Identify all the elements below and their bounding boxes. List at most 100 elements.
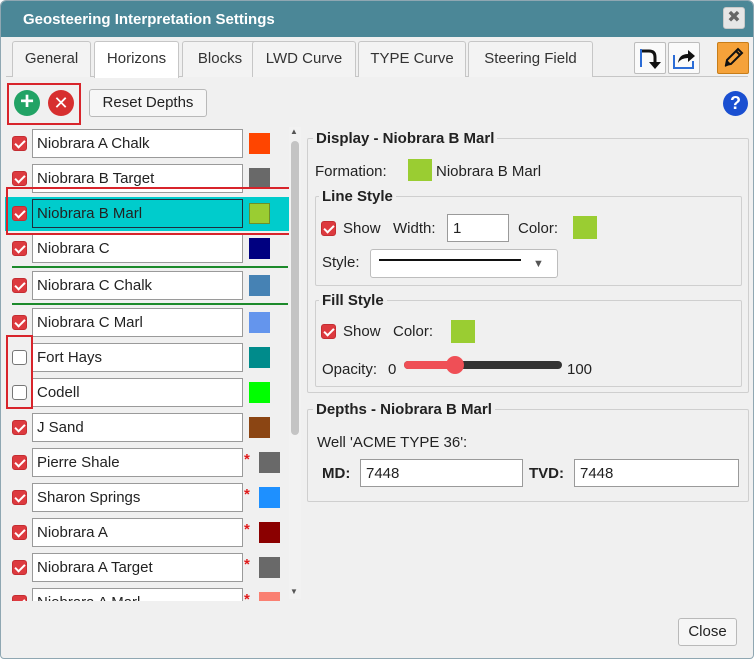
color-swatch[interactable]	[249, 275, 270, 296]
color-swatch[interactable]	[259, 557, 280, 578]
tvd-input[interactable]: 7448	[574, 459, 739, 487]
color-swatch[interactable]	[249, 417, 270, 438]
display-heading: Display - Niobrara B Marl	[313, 130, 498, 147]
fill-color-swatch[interactable]	[451, 320, 475, 343]
visible-checkbox[interactable]	[12, 136, 27, 151]
fill-color-label: Color:	[393, 323, 434, 340]
line-color-swatch[interactable]	[573, 216, 597, 239]
list-item[interactable]: Fort Hays	[5, 341, 289, 375]
visible-checkbox[interactable]	[12, 171, 27, 186]
tab-general[interactable]: General	[12, 41, 91, 77]
scroll-down-icon[interactable]: ▼	[290, 587, 298, 596]
tab-type-curve[interactable]: TYPE Curve	[358, 41, 466, 77]
line-style-select[interactable]: ▼	[370, 249, 558, 278]
list-item[interactable]: Niobrara A *	[5, 516, 289, 550]
horizon-name-field[interactable]: Niobrara A Chalk	[32, 129, 243, 158]
color-swatch[interactable]	[249, 347, 270, 368]
depths-heading: Depths - Niobrara B Marl	[313, 401, 495, 418]
horizon-name-field[interactable]: Niobrara C	[32, 234, 243, 263]
list-item[interactable]: Niobrara C Marl	[5, 306, 289, 340]
tab-steering-field[interactable]: Steering Field	[468, 41, 593, 77]
visible-checkbox[interactable]	[12, 420, 27, 435]
formation-name: Niobrara B Marl	[436, 163, 542, 180]
list-item[interactable]: Niobrara A Chalk	[5, 127, 289, 161]
reset-depths-button[interactable]: Reset Depths	[89, 89, 207, 117]
formation-label: Formation:	[315, 163, 387, 180]
title-bar: Geosteering Interpretation Settings ✖	[1, 1, 753, 37]
list-item[interactable]: Codell	[5, 376, 289, 410]
color-swatch[interactable]	[249, 238, 270, 259]
required-marker: *	[244, 486, 250, 503]
unchecked-highlight	[6, 335, 33, 409]
list-item[interactable]: Sharon Springs *	[5, 481, 289, 515]
list-item[interactable]: J Sand	[5, 411, 289, 445]
tab-horizons[interactable]: Horizons	[94, 41, 179, 78]
required-marker: *	[244, 591, 250, 601]
horizon-name-field[interactable]: Niobrara C Chalk	[32, 271, 243, 300]
selected-row-highlight	[6, 187, 292, 235]
close-icon[interactable]: ✖	[723, 7, 745, 29]
horizon-name-field[interactable]: J Sand	[32, 413, 243, 442]
tab-blocks[interactable]: Blocks	[182, 41, 258, 77]
opacity-min-label: 0	[388, 361, 397, 378]
add-circle-icon[interactable]: +	[14, 90, 40, 116]
chevron-down-icon: ▼	[533, 258, 544, 270]
fill-show-label: Show	[343, 323, 381, 340]
tvd-label: TVD:	[529, 465, 564, 482]
visible-checkbox[interactable]	[12, 315, 27, 330]
list-scrollbar[interactable]: ▲ ▼	[289, 127, 301, 599]
list-item[interactable]: Niobrara A Target *	[5, 551, 289, 585]
md-input[interactable]: 7448	[360, 459, 523, 487]
visible-checkbox[interactable]	[12, 490, 27, 505]
horizon-name-field[interactable]: Niobrara A Marl	[32, 588, 243, 601]
visible-checkbox[interactable]	[12, 525, 27, 540]
horizon-name-field[interactable]: Codell	[32, 378, 243, 407]
list-item[interactable]: Niobrara C	[5, 232, 289, 266]
horizon-name-field[interactable]: Sharon Springs	[32, 483, 243, 512]
list-item[interactable]: Niobrara A Marl *	[5, 586, 289, 601]
line-show-checkbox[interactable]	[321, 221, 336, 236]
color-swatch[interactable]	[259, 452, 280, 473]
remove-circle-icon[interactable]: ✕	[48, 90, 74, 116]
color-swatch[interactable]	[259, 487, 280, 508]
line-style-heading: Line Style	[319, 188, 396, 205]
line-width-label: Width:	[393, 220, 436, 237]
share-export-icon[interactable]	[668, 42, 700, 74]
visible-checkbox[interactable]	[12, 455, 27, 470]
line-style-label: Style:	[322, 254, 360, 271]
list-item[interactable]: Niobrara C Chalk	[5, 269, 289, 303]
well-label: Well 'ACME TYPE 36':	[317, 434, 468, 451]
line-color-label: Color:	[518, 220, 559, 237]
color-swatch[interactable]	[249, 382, 270, 403]
import-arrow-icon[interactable]	[634, 42, 666, 74]
help-icon[interactable]: ?	[723, 91, 748, 116]
color-swatch[interactable]	[249, 133, 270, 154]
horizon-name-field[interactable]: Niobrara A Target	[32, 553, 243, 582]
pencil-icon[interactable]	[717, 42, 749, 74]
scroll-thumb[interactable]	[291, 141, 299, 435]
horizon-name-field[interactable]: Pierre Shale	[32, 448, 243, 477]
md-label: MD:	[322, 465, 351, 482]
close-button[interactable]: Close	[678, 618, 737, 646]
list-item[interactable]: Pierre Shale *	[5, 446, 289, 480]
slider-thumb[interactable]	[446, 356, 464, 374]
opacity-slider[interactable]	[404, 356, 562, 374]
visible-checkbox[interactable]	[12, 595, 27, 601]
line-width-input[interactable]: 1	[447, 214, 509, 242]
color-swatch[interactable]	[259, 592, 280, 601]
tab-lwd-curve[interactable]: LWD Curve	[252, 41, 356, 77]
color-swatch[interactable]	[259, 522, 280, 543]
color-swatch[interactable]	[249, 168, 270, 189]
visible-checkbox[interactable]	[12, 278, 27, 293]
opacity-label: Opacity:	[322, 361, 378, 378]
scroll-up-icon[interactable]: ▲	[290, 127, 298, 136]
visible-checkbox[interactable]	[12, 560, 27, 575]
horizon-name-field[interactable]: Niobrara C Marl	[32, 308, 243, 337]
fill-show-checkbox[interactable]	[321, 324, 336, 339]
fill-style-heading: Fill Style	[319, 292, 387, 309]
visible-checkbox[interactable]	[12, 241, 27, 256]
horizon-name-field[interactable]: Niobrara A	[32, 518, 243, 547]
horizon-name-field[interactable]: Fort Hays	[32, 343, 243, 372]
color-swatch[interactable]	[249, 312, 270, 333]
opacity-max-label: 100	[567, 361, 593, 378]
